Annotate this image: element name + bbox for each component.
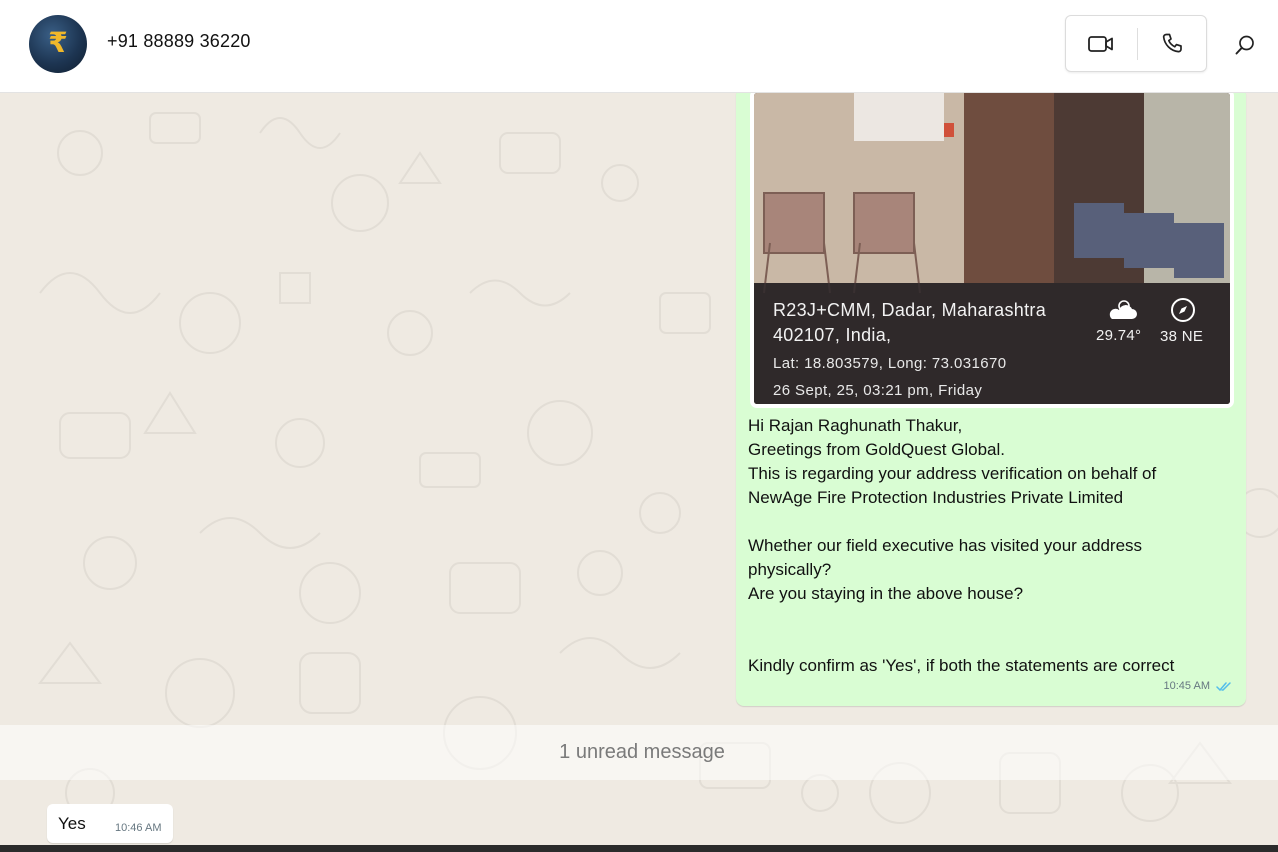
outgoing-message-meta: 10:45 AM (1164, 680, 1232, 692)
geotag-address-line1: R23J+CMM, Dadar, Maharashtra (773, 300, 1047, 320)
search-button[interactable] (1230, 30, 1260, 60)
incoming-message-text: Yes (58, 814, 86, 833)
search-icon (1235, 35, 1254, 55)
incoming-message-bubble[interactable]: Yes 10:46 AM (47, 804, 173, 843)
outgoing-message-time: 10:45 AM (1163, 680, 1210, 692)
chat-area[interactable]: R23J+CMM, Dadar, Maharashtra 402107, Ind… (0, 93, 1278, 845)
unread-messages-text: 1 unread message (559, 741, 725, 763)
video-call-button[interactable] (1066, 16, 1136, 71)
contact-name[interactable]: +91 88889 36220 (107, 31, 251, 52)
contact-avatar[interactable]: ₹ (29, 15, 87, 73)
geotag-address-line2: 402107, India, (773, 325, 892, 345)
geotag-direction: 38 NE (1160, 328, 1204, 345)
incoming-message-time: 10:46 AM (115, 822, 162, 834)
geotagged-house-photo[interactable]: R23J+CMM, Dadar, Maharashtra 402107, Ind… (754, 93, 1230, 404)
video-camera-icon (1088, 35, 1113, 52)
geotag-overlay: R23J+CMM, Dadar, Maharashtra 402107, Ind… (754, 283, 1230, 404)
phone-icon (1162, 33, 1182, 52)
double-check-read-icon (1216, 681, 1231, 691)
call-button-group (1065, 15, 1207, 72)
partly-cloudy-icon (1109, 300, 1137, 319)
geotag-lat-long: Lat: 18.803579, Long: 73.031670 (773, 355, 1007, 372)
outgoing-message-text: Hi Rajan Raghunath Thakur, Greetings fro… (748, 416, 1175, 675)
geotag-temperature: 29.74° (1096, 327, 1142, 344)
voice-call-button[interactable] (1137, 16, 1207, 71)
bottom-edge-bar (0, 845, 1278, 852)
rupee-coin-avatar-icon: ₹ (48, 27, 68, 58)
compass-icon (1171, 298, 1195, 322)
outgoing-message-bubble[interactable]: R23J+CMM, Dadar, Maharashtra 402107, Ind… (736, 93, 1246, 706)
geotag-datetime: 26 Sept, 25, 03:21 pm, Friday (773, 382, 983, 399)
unread-messages-banner: 1 unread message (0, 725, 1278, 780)
chat-header: ₹ +91 88889 36220 (0, 0, 1278, 93)
